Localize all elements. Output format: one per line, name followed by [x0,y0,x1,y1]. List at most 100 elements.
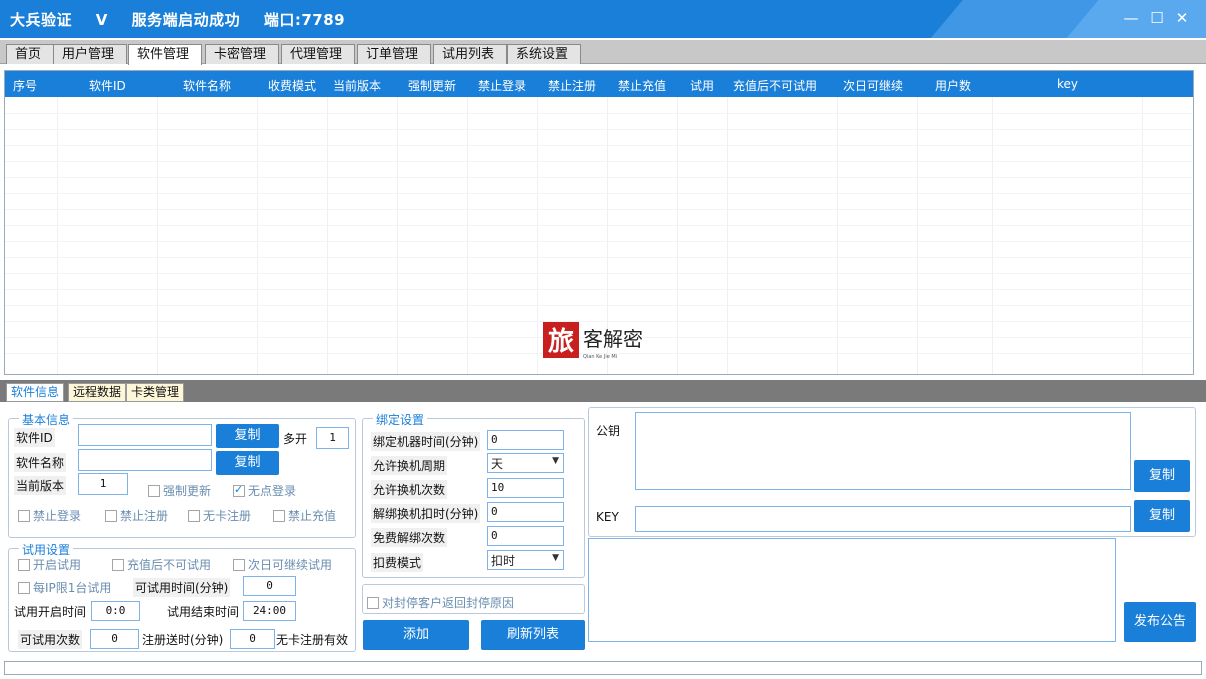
tab-trials[interactable]: 试用列表 [433,44,508,64]
next-day-trial-checkbox[interactable]: 次日可继续试用 [233,556,332,573]
col-software-name[interactable]: 软件名称 [183,77,231,94]
unbind-deduct-label: 解绑换机扣时(分钟) [371,504,481,523]
ban-recharge-text: 禁止充值 [288,509,337,523]
software-name-input[interactable] [78,449,212,471]
key-input[interactable] [635,506,1131,532]
grid-line [837,97,838,374]
refresh-list-button[interactable]: 刷新列表 [481,620,585,650]
col-ban-recharge[interactable]: 禁止充值 [618,77,666,94]
public-key-label: 公钥 [596,424,621,438]
tab-software[interactable]: 软件管理 [128,44,203,65]
enable-trial-text: 开启试用 [33,558,82,572]
grid-line [5,305,1193,306]
col-no-trial-after-recharge[interactable]: 充值后不可试用 [733,77,817,94]
server-port: 端口:7789 [263,11,346,29]
change-count-label: 允许换机次数 [371,480,448,499]
unbind-deduct-input[interactable]: 0 [487,502,564,522]
deduct-mode-value: 扣时 [491,554,516,568]
public-key-textarea[interactable] [635,412,1131,490]
ban-register-checkbox[interactable]: 禁止注册 [105,507,168,524]
col-trial[interactable]: 试用 [690,77,714,94]
copy-software-id-button[interactable]: 复制 [216,424,279,448]
tab-orders[interactable]: 订单管理 [357,44,432,64]
key-label: KEY [596,510,619,524]
deduct-mode-select[interactable]: 扣时 ▼ [487,550,564,570]
multi-open-label: 多开 [283,432,308,446]
grid-line [5,161,1193,162]
col-ban-register[interactable]: 禁止注册 [548,77,596,94]
enable-trial-checkbox[interactable]: 开启试用 [18,556,81,573]
close-icon[interactable]: ✕ [1172,8,1192,28]
subtab-remote-data[interactable]: 远程数据 [68,383,127,402]
no-card-register-checkbox[interactable]: 无卡注册 [188,507,251,524]
grid-line [5,113,1193,114]
announcement-textarea[interactable] [588,538,1116,642]
maximize-icon[interactable]: ☐ [1147,8,1167,28]
checkbox-icon [105,510,117,522]
trial-time-input[interactable]: 0 [243,576,296,596]
no-card-valid-label: 无卡注册有效 [276,633,349,647]
tab-cards[interactable]: 卡密管理 [205,44,280,64]
grid-line [917,97,918,374]
col-software-id[interactable]: 软件ID [89,77,126,94]
publish-announcement-button[interactable]: 发布公告 [1124,602,1196,642]
main-tabstrip: 首页 用户管理 软件管理 卡密管理 代理管理 订单管理 试用列表 系统设置 [0,40,1206,65]
subtab-software-info[interactable]: 软件信息 [6,383,65,402]
copy-public-key-button[interactable]: 复制 [1134,460,1190,492]
software-id-input[interactable] [78,424,212,446]
ban-recharge-checkbox[interactable]: 禁止充值 [273,507,336,524]
free-unbind-input[interactable]: 0 [487,526,564,546]
bind-time-label: 绑定机器时间(分钟) [371,432,481,451]
change-period-select[interactable]: 天 ▼ [487,453,564,473]
deduct-mode-label: 扣费模式 [371,553,424,572]
current-version-input[interactable]: 1 [78,473,128,495]
col-user-count[interactable]: 用户数 [935,77,971,94]
change-period-label: 允许换机周期 [371,456,448,475]
change-count-input[interactable]: 10 [487,478,564,498]
grid-line [5,241,1193,242]
force-update-checkbox[interactable]: 强制更新 [148,482,211,499]
minimize-icon[interactable]: — [1121,8,1141,28]
trial-end-input[interactable]: 24:00 [243,601,296,621]
register-gift-input[interactable]: 0 [230,629,275,649]
no-point-login-checkbox[interactable]: 无点登录 [233,482,296,499]
add-button[interactable]: 添加 [363,620,469,650]
col-next-day[interactable]: 次日可继续 [843,77,903,94]
no-trial-after-recharge-checkbox[interactable]: 充值后不可试用 [112,556,211,573]
ban-login-checkbox[interactable]: 禁止登录 [18,507,81,524]
return-reason-checkbox[interactable]: 对封停客户返回封停原因 [367,594,514,611]
return-reason-text: 对封停客户返回封停原因 [382,596,515,610]
copy-key-button[interactable]: 复制 [1134,500,1190,532]
software-id-label: 软件ID [14,428,55,447]
ip-limit-checkbox[interactable]: 每IP限1台试用 [18,579,111,596]
tab-users[interactable]: 用户管理 [53,44,128,64]
grid-line [537,97,538,374]
col-force-update[interactable]: 强制更新 [408,77,456,94]
col-ban-login[interactable]: 禁止登录 [478,77,526,94]
col-current-version[interactable]: 当前版本 [333,77,381,94]
trial-count-input[interactable]: 0 [90,629,139,649]
trial-time-label: 可试用时间(分钟) [133,578,231,597]
free-unbind-label: 免费解绑次数 [371,528,448,547]
tab-settings[interactable]: 系统设置 [507,44,582,64]
multi-open-input[interactable]: 1 [316,427,349,449]
tab-agents[interactable]: 代理管理 [281,44,356,64]
col-key[interactable]: key [1057,77,1078,91]
bind-time-input[interactable]: 0 [487,430,564,450]
grid-line [327,97,328,374]
copy-software-name-button[interactable]: 复制 [216,451,279,475]
col-charge-mode[interactable]: 收费模式 [268,77,316,94]
col-index[interactable]: 序号 [13,77,37,94]
grid-line [57,97,58,374]
binding-settings-legend: 绑定设置 [373,411,428,428]
no-card-register-text: 无卡注册 [203,509,252,523]
tab-home[interactable]: 首页 [6,44,55,64]
subtab-card-types[interactable]: 卡类管理 [126,383,185,402]
app-name: 大兵验证 [10,11,73,29]
checkbox-icon [112,559,124,571]
software-name-label: 软件名称 [14,453,67,472]
trial-start-input[interactable]: 0:0 [91,601,140,621]
grid-line [5,273,1193,274]
register-gift-label: 注册送时(分钟) [142,633,224,647]
checkbox-icon [18,510,30,522]
